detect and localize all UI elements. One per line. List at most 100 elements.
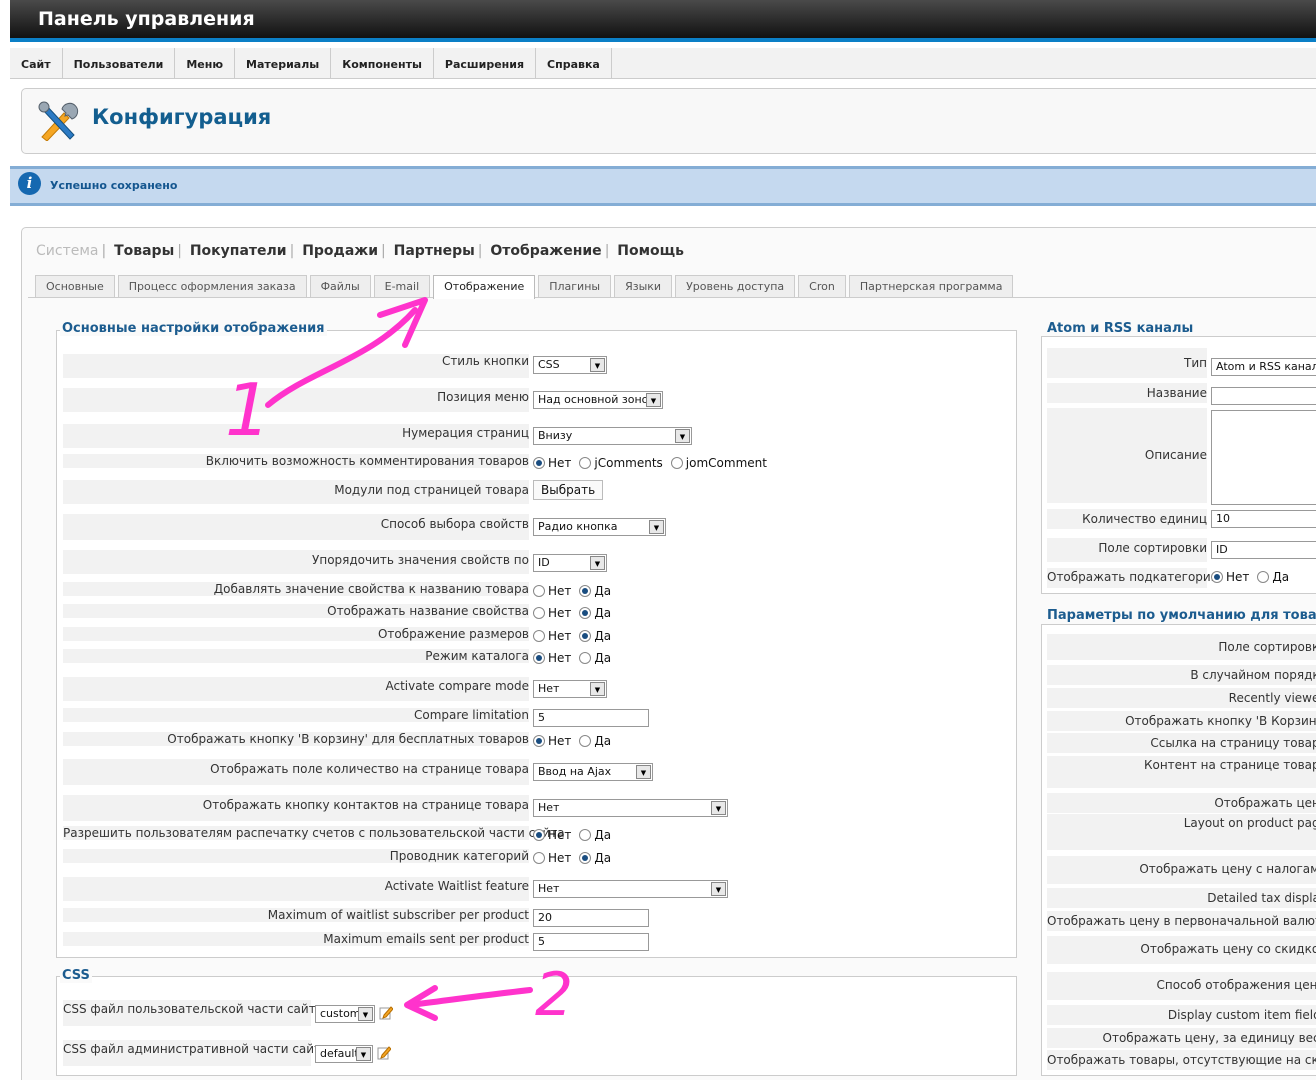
radio-yes[interactable]: Да: [579, 606, 611, 620]
css-frontend-select[interactable]: custom ▼: [315, 1005, 375, 1023]
tab-checkout[interactable]: Процесс оформления заказа: [117, 275, 307, 297]
max-emails-input[interactable]: 5: [533, 933, 649, 951]
waitlist-max-input[interactable]: 20: [533, 909, 649, 927]
label-product-link: Ссылка на страницу товара: [1047, 733, 1316, 753]
label-css-backend: CSS файл административной части сайта: [63, 1040, 328, 1066]
nav-display[interactable]: Отображение: [490, 243, 601, 259]
select-modules-button[interactable]: Выбрать: [533, 480, 604, 500]
chevron-down-icon: ▼: [711, 882, 726, 896]
tab-files[interactable]: Файлы: [309, 275, 371, 297]
label-tax-display: Detailed tax display: [1047, 888, 1316, 908]
radio-yes[interactable]: Да: [1257, 570, 1289, 584]
radio-no[interactable]: Нет: [533, 851, 571, 865]
nav-help[interactable]: Помощь: [617, 243, 684, 259]
radio-no[interactable]: Нет: [533, 629, 571, 643]
chevron-down-icon: ▼: [636, 765, 651, 779]
menu-item-site[interactable]: Сайт: [10, 48, 63, 79]
tab-general[interactable]: Основные: [35, 275, 115, 297]
label-price-per-weight: Отображать цену, за единицу веса: [1047, 1028, 1316, 1048]
feed-description-textarea[interactable]: [1211, 410, 1316, 505]
page-header: Конфигурация: [21, 88, 1316, 154]
nav-partners[interactable]: Партнеры: [394, 243, 475, 259]
menu-position-select[interactable]: Над основной зоной ▼: [533, 391, 663, 409]
label-modules: Модули под страницей товара: [63, 480, 529, 504]
defaults-legend: Параметры по умолчанию для товаров: [1045, 608, 1316, 623]
settings-tabs: Основные Процесс оформления заказа Файлы…: [35, 275, 1016, 299]
feed-name-input[interactable]: [1211, 387, 1316, 405]
label-show-dimensions: Отображение размеров: [63, 627, 529, 641]
radio-jomcomment[interactable]: jomComment: [670, 456, 767, 470]
nav-customers[interactable]: Покупатели: [190, 243, 287, 259]
label-waitlist-max: Maximum of waitlist subscriber per produ…: [63, 908, 529, 922]
radio-jcomments[interactable]: jComments: [579, 456, 663, 470]
label-button-style: Стиль кнопки: [63, 354, 529, 378]
component-nav: Система | Товары | Покупатели | Продажи | Па…: [36, 243, 685, 259]
display-legend: Основные настройки отображения: [60, 321, 327, 336]
label-catalog-mode: Режим каталога: [63, 649, 529, 663]
compare-limit-input[interactable]: 5: [533, 709, 649, 727]
radio-yes[interactable]: Да: [579, 584, 611, 598]
label-feed-type: Тип: [1047, 348, 1207, 378]
label-show-cart-button: Отображать кнопку 'В Корзину': [1047, 711, 1316, 731]
label-discount-price: Отображать цену со скидкой: [1047, 936, 1316, 964]
radio-no[interactable]: Нет: [533, 606, 571, 620]
nav-system[interactable]: Система: [36, 243, 98, 259]
tab-email[interactable]: E-mail: [373, 275, 431, 297]
compare-mode-select[interactable]: Нет ▼: [533, 680, 607, 698]
tab-display[interactable]: Отображение: [433, 275, 536, 299]
nav-sales[interactable]: Продажи: [302, 243, 378, 259]
label-show-price: Отображать цену: [1047, 793, 1316, 813]
menu-item-menus[interactable]: Меню: [175, 48, 236, 79]
label-feed-subcategories: Отображать подкатегории: [1047, 568, 1219, 588]
edit-icon[interactable]: [379, 1005, 393, 1020]
chevron-down-icon: ▼: [649, 520, 664, 534]
edit-icon[interactable]: [377, 1045, 391, 1060]
menu-item-users[interactable]: Пользователи: [63, 48, 176, 79]
css-backend-select[interactable]: default ▼: [315, 1045, 373, 1063]
tab-plugins[interactable]: Плагины: [538, 275, 612, 297]
radio-yes[interactable]: Да: [579, 651, 611, 665]
button-style-select[interactable]: CSS ▼: [533, 356, 607, 374]
label-max-emails: Maximum emails sent per product: [63, 932, 529, 946]
radio-yes[interactable]: Да: [579, 851, 611, 865]
radio-no[interactable]: Нет: [533, 651, 571, 665]
nav-products[interactable]: Товары: [114, 243, 174, 259]
sort-properties-select[interactable]: ID ▼: [533, 554, 607, 572]
quantity-field-select[interactable]: Ввод на Ajax ▼: [533, 763, 653, 781]
radio-yes[interactable]: Да: [579, 828, 611, 842]
label-waitlist: Activate Waitlist feature: [63, 877, 529, 901]
feed-count-input[interactable]: 10: [1211, 510, 1316, 528]
tab-access[interactable]: Уровень доступа: [675, 275, 796, 297]
radio-yes[interactable]: Да: [579, 629, 611, 643]
pagination-select[interactable]: Внизу ▼: [533, 427, 692, 445]
label-product-content: Контент на странице товара: [1047, 756, 1316, 788]
feed-type-select[interactable]: Atom и RSS каналы: [1211, 358, 1316, 376]
radio-no[interactable]: Нет: [533, 734, 571, 748]
contact-button-select[interactable]: Нет ▼: [533, 799, 728, 817]
css-legend: CSS: [60, 968, 92, 983]
radio-no[interactable]: Нет: [533, 584, 571, 598]
menu-item-content[interactable]: Материалы: [235, 48, 332, 79]
feed-sort-select[interactable]: ID: [1211, 541, 1316, 559]
waitlist-select[interactable]: Нет ▼: [533, 880, 728, 898]
menu-item-components[interactable]: Компоненты: [331, 48, 434, 79]
tab-languages[interactable]: Языки: [614, 275, 673, 297]
top-bar: Панель управления: [10, 0, 1316, 42]
label-price-with-tax: Отображать цену с налогами: [1047, 856, 1316, 884]
menu-item-extensions[interactable]: Расширения: [434, 48, 537, 79]
label-cart-button-free: Отображать кнопку 'В корзину' для беспла…: [63, 732, 529, 746]
info-icon: i: [18, 172, 41, 195]
radio-no[interactable]: Нет: [533, 828, 571, 842]
label-compare-mode: Activate compare mode: [63, 677, 529, 701]
menu-item-help[interactable]: Справка: [536, 48, 612, 79]
radio-no[interactable]: Нет: [1211, 570, 1249, 584]
tab-cron[interactable]: Cron: [798, 275, 846, 297]
label-feed-sort: Поле сортировки: [1047, 538, 1207, 562]
label-layout: Layout on product page: [1047, 814, 1316, 850]
message-text: Успешно сохранено: [50, 179, 178, 192]
tab-affiliate[interactable]: Партнерская программа: [848, 275, 1014, 297]
label-sort-properties: Упорядочить значения свойств по: [63, 550, 529, 574]
radio-no[interactable]: Нет: [533, 456, 571, 470]
radio-yes[interactable]: Да: [579, 734, 611, 748]
property-selection-select[interactable]: Радио кнопка ▼: [533, 518, 666, 536]
